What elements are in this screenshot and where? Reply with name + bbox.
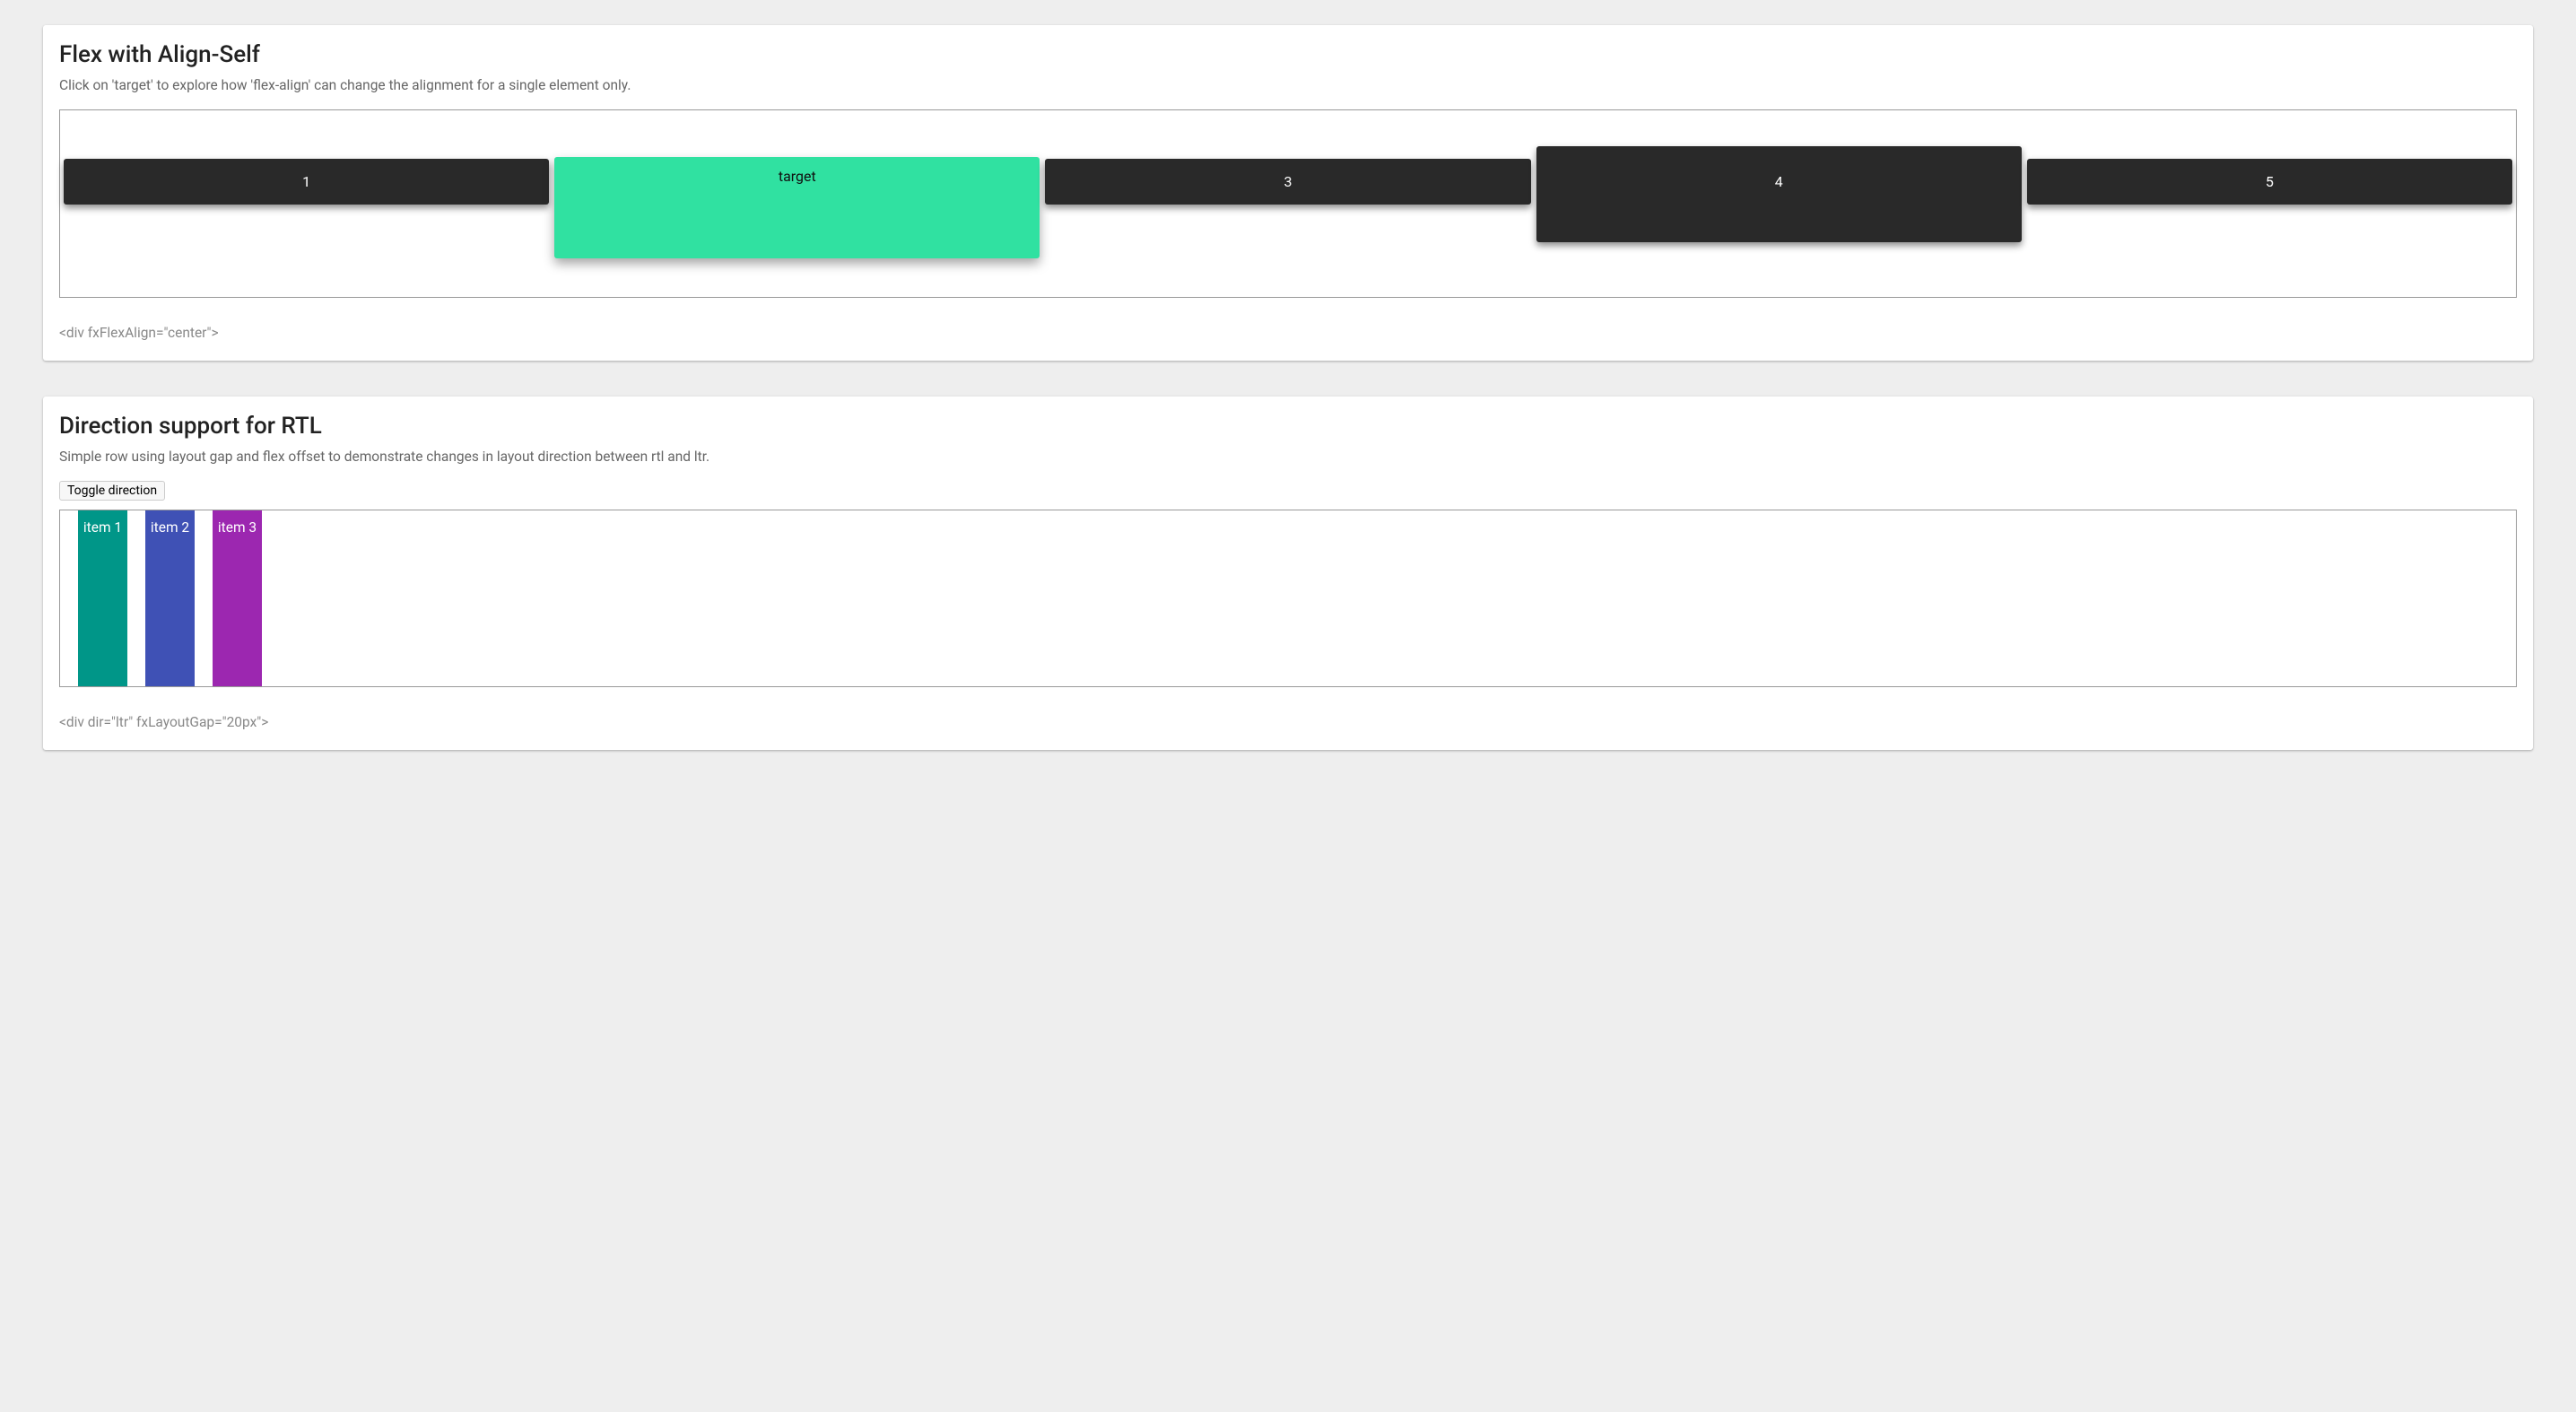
align-self-demo-frame: 1 target 3 4 5: [59, 109, 2517, 298]
code-hint: <div fxFlexAlign="center">: [59, 325, 2517, 341]
flex-align-self-card: Flex with Align-Self Click on 'target' t…: [43, 25, 2533, 361]
rtl-item-2[interactable]: item 2: [145, 510, 195, 686]
flex-item-target[interactable]: target: [554, 157, 1040, 258]
toggle-direction-button[interactable]: Toggle direction: [59, 481, 165, 501]
rtl-item-1[interactable]: item 1: [78, 510, 127, 686]
code-hint: <div dir="ltr" fxLayoutGap="20px">: [59, 714, 2517, 730]
align-self-row: 1 target 3 4 5: [64, 114, 2512, 293]
flex-item-1[interactable]: 1: [64, 159, 549, 205]
rtl-direction-card: Direction support for RTL Simple row usi…: [43, 397, 2533, 750]
card-title: Direction support for RTL: [59, 413, 2517, 440]
card-title: Flex with Align-Self: [59, 41, 2517, 68]
flex-item-5[interactable]: 5: [2027, 159, 2512, 205]
flex-item-3[interactable]: 3: [1045, 159, 1530, 205]
card-subtitle: Click on 'target' to explore how 'flex-a…: [59, 77, 2517, 93]
card-subtitle: Simple row using layout gap and flex off…: [59, 449, 2517, 465]
rtl-demo-frame: item 1 item 2 item 3: [59, 510, 2517, 687]
flex-item-4[interactable]: 4: [1536, 146, 2022, 242]
rtl-item-3[interactable]: item 3: [213, 510, 262, 686]
